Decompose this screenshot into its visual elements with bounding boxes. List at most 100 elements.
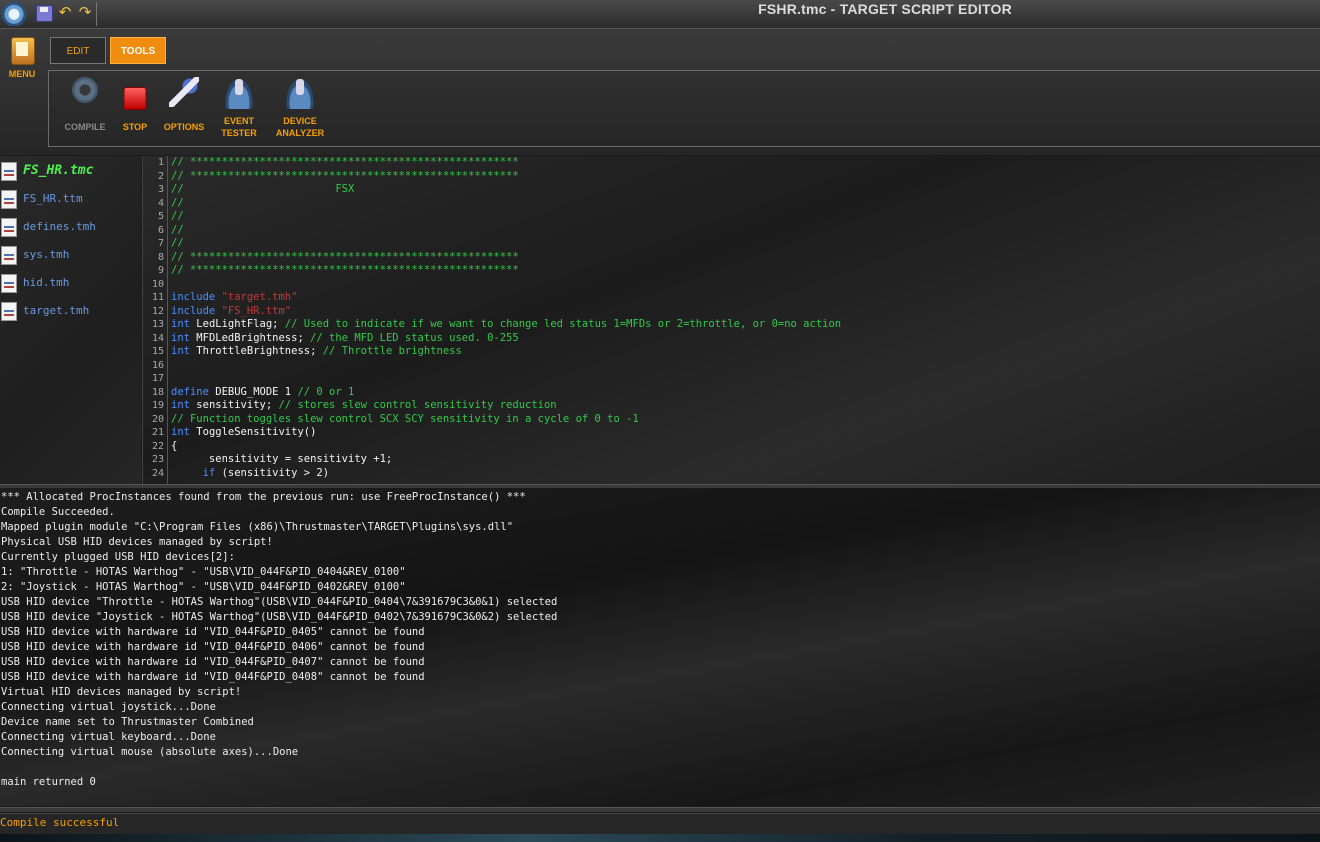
joystick-icon	[224, 77, 254, 109]
save-icon[interactable]	[36, 5, 53, 22]
output-line: USB HID device with hardware id "VID_044…	[1, 626, 425, 638]
output-status-splitter[interactable]	[0, 807, 1320, 812]
code-token: LedLightFlag;	[196, 318, 285, 330]
line-number: 17	[151, 373, 164, 384]
file-item[interactable]: FS_HR.tmc	[0, 160, 141, 182]
code-line: define DEBUG_MODE 1 // 0 or 1	[171, 386, 354, 400]
code-token: //	[171, 210, 184, 222]
file-name: defines.tmh	[23, 220, 96, 233]
redo-icon[interactable]: ↷	[76, 4, 94, 22]
output-line: Connecting virtual keyboard...Done	[1, 731, 216, 743]
code-line: //	[171, 210, 184, 224]
file-name: target.tmh	[23, 304, 90, 317]
file-item[interactable]: defines.tmh	[0, 216, 141, 238]
stop-icon	[123, 87, 147, 110]
line-number: 12	[151, 305, 164, 317]
line-number: 2	[157, 170, 164, 182]
output-line: Mapped plugin module "C:\Program Files (…	[1, 521, 514, 533]
code-line: int ToggleSensitivity()	[171, 426, 316, 440]
line-number: 24	[151, 467, 164, 479]
code-token: ToggleSensitivity()	[196, 426, 317, 438]
clipboard-icon	[11, 37, 35, 65]
code-token: // FSX	[171, 183, 355, 195]
code-line: //	[171, 237, 184, 251]
output-line: Compile Succeeded.	[1, 506, 115, 518]
line-number: 16	[151, 359, 164, 371]
toolbar-divider	[96, 2, 97, 26]
file-tree: FS_HR.tmc FS_HR.ttm defines.tmh sys.tmh …	[0, 156, 141, 484]
app-logo-icon[interactable]	[0, 0, 28, 26]
file-item[interactable]: FS_HR.ttm	[0, 188, 141, 210]
code-line: int LedLightFlag; // Used to indicate if…	[171, 318, 841, 332]
output-line: USB HID device "Joystick - HOTAS Warthog…	[1, 611, 558, 623]
code-token: //	[171, 237, 184, 249]
code-token: (sensitivity > 2)	[221, 466, 330, 479]
file-item[interactable]: target.tmh	[0, 300, 141, 322]
output-line: USB HID device with hardware id "VID_044…	[1, 641, 425, 653]
line-number: 3	[157, 184, 164, 195]
line-number: 18	[151, 386, 164, 398]
output-line: Physical USB HID devices managed by scri…	[1, 536, 273, 548]
code-token: "target.tmh"	[221, 291, 298, 303]
file-name: hid.tmh	[23, 276, 70, 289]
output-line: Connecting virtual joystick...Done	[1, 701, 216, 713]
code-token: include	[171, 291, 222, 303]
file-name: FS_HR.tmc	[23, 163, 94, 178]
code-token: // 0 or 1	[297, 385, 355, 398]
code-token: ThrottleBrightness;	[196, 345, 323, 357]
line-number: 4	[157, 197, 164, 209]
file-icon	[1, 246, 17, 265]
code-line: // *************************************…	[171, 170, 519, 184]
file-name: sys.tmh	[23, 248, 70, 261]
file-item[interactable]: sys.tmh	[0, 244, 141, 266]
file-item[interactable]: hid.tmh	[0, 272, 141, 294]
code-line: int ThrottleBrightness; // Throttle brig…	[171, 345, 462, 359]
output-line: USB HID device "Throttle - HOTAS Warthog…	[1, 596, 558, 608]
code-line: include "target.tmh"	[171, 291, 297, 305]
code-token: // Throttle brightness	[322, 345, 462, 357]
code-token: //	[171, 196, 184, 209]
code-token: include	[171, 304, 222, 317]
code-token: sensitivity;	[196, 399, 279, 411]
code-line: if (sensitivity > 2)	[171, 467, 329, 481]
device-analyzer-label-line2: ANALYZER	[275, 128, 325, 138]
line-number: 5	[157, 211, 164, 222]
code-token: sensitivity = sensitivity +1;	[171, 453, 393, 465]
output-line: Connecting virtual mouse (absolute axes)…	[1, 746, 299, 758]
undo-icon[interactable]: ↶	[56, 4, 74, 22]
code-line: //	[171, 197, 184, 211]
file-name: FS_HR.ttm	[23, 192, 83, 205]
code-token: int	[171, 318, 197, 330]
code-editor[interactable]: 1 2 3 4 5 6 7 8 9 10 11 12 13 14 15 16 17 18 19 20 21 22 23 24 …	[142, 156, 1320, 484]
tab-tools[interactable]: TOOLS	[110, 37, 166, 64]
joystick-icon	[285, 77, 315, 109]
menu-button[interactable]: MENU	[4, 35, 40, 83]
output-line: USB HID device with hardware id "VID_044…	[1, 656, 425, 668]
event-tester-label-line1: EVENT	[223, 116, 254, 126]
compile-label: COMPILE	[64, 122, 106, 132]
line-number: 9	[157, 265, 164, 276]
code-token: int	[171, 399, 197, 411]
code-token: // *************************************…	[171, 250, 519, 263]
line-number: 15	[151, 346, 164, 357]
code-token: if	[202, 466, 222, 479]
options-label: OPTIONS	[163, 122, 205, 132]
code-token: int	[171, 426, 197, 438]
tools-panel: COMPILE STOP OPTIONS EVENT TESTER DEVICE…	[48, 70, 1320, 147]
code-line: include "FS_HR.ttm"	[171, 305, 291, 319]
tab-edit[interactable]: EDIT	[50, 37, 106, 64]
line-number: 22	[151, 440, 164, 452]
stop-label: STOP	[122, 122, 148, 132]
code-token: int	[171, 345, 197, 357]
code-token: DEBUG_MODE 1	[215, 385, 298, 398]
output-line: Virtual HID devices managed by script!	[1, 686, 242, 698]
file-icon	[1, 302, 17, 321]
line-number: 7	[157, 238, 164, 249]
code-token: define	[171, 385, 216, 398]
line-number: 10	[151, 278, 164, 290]
file-icon	[1, 274, 17, 293]
window-title: FSHR.tmc - TARGET SCRIPT EDITOR	[758, 1, 1012, 17]
code-line: // FSX	[171, 183, 354, 197]
line-number: 13	[151, 319, 164, 330]
line-number: 21	[151, 427, 164, 438]
